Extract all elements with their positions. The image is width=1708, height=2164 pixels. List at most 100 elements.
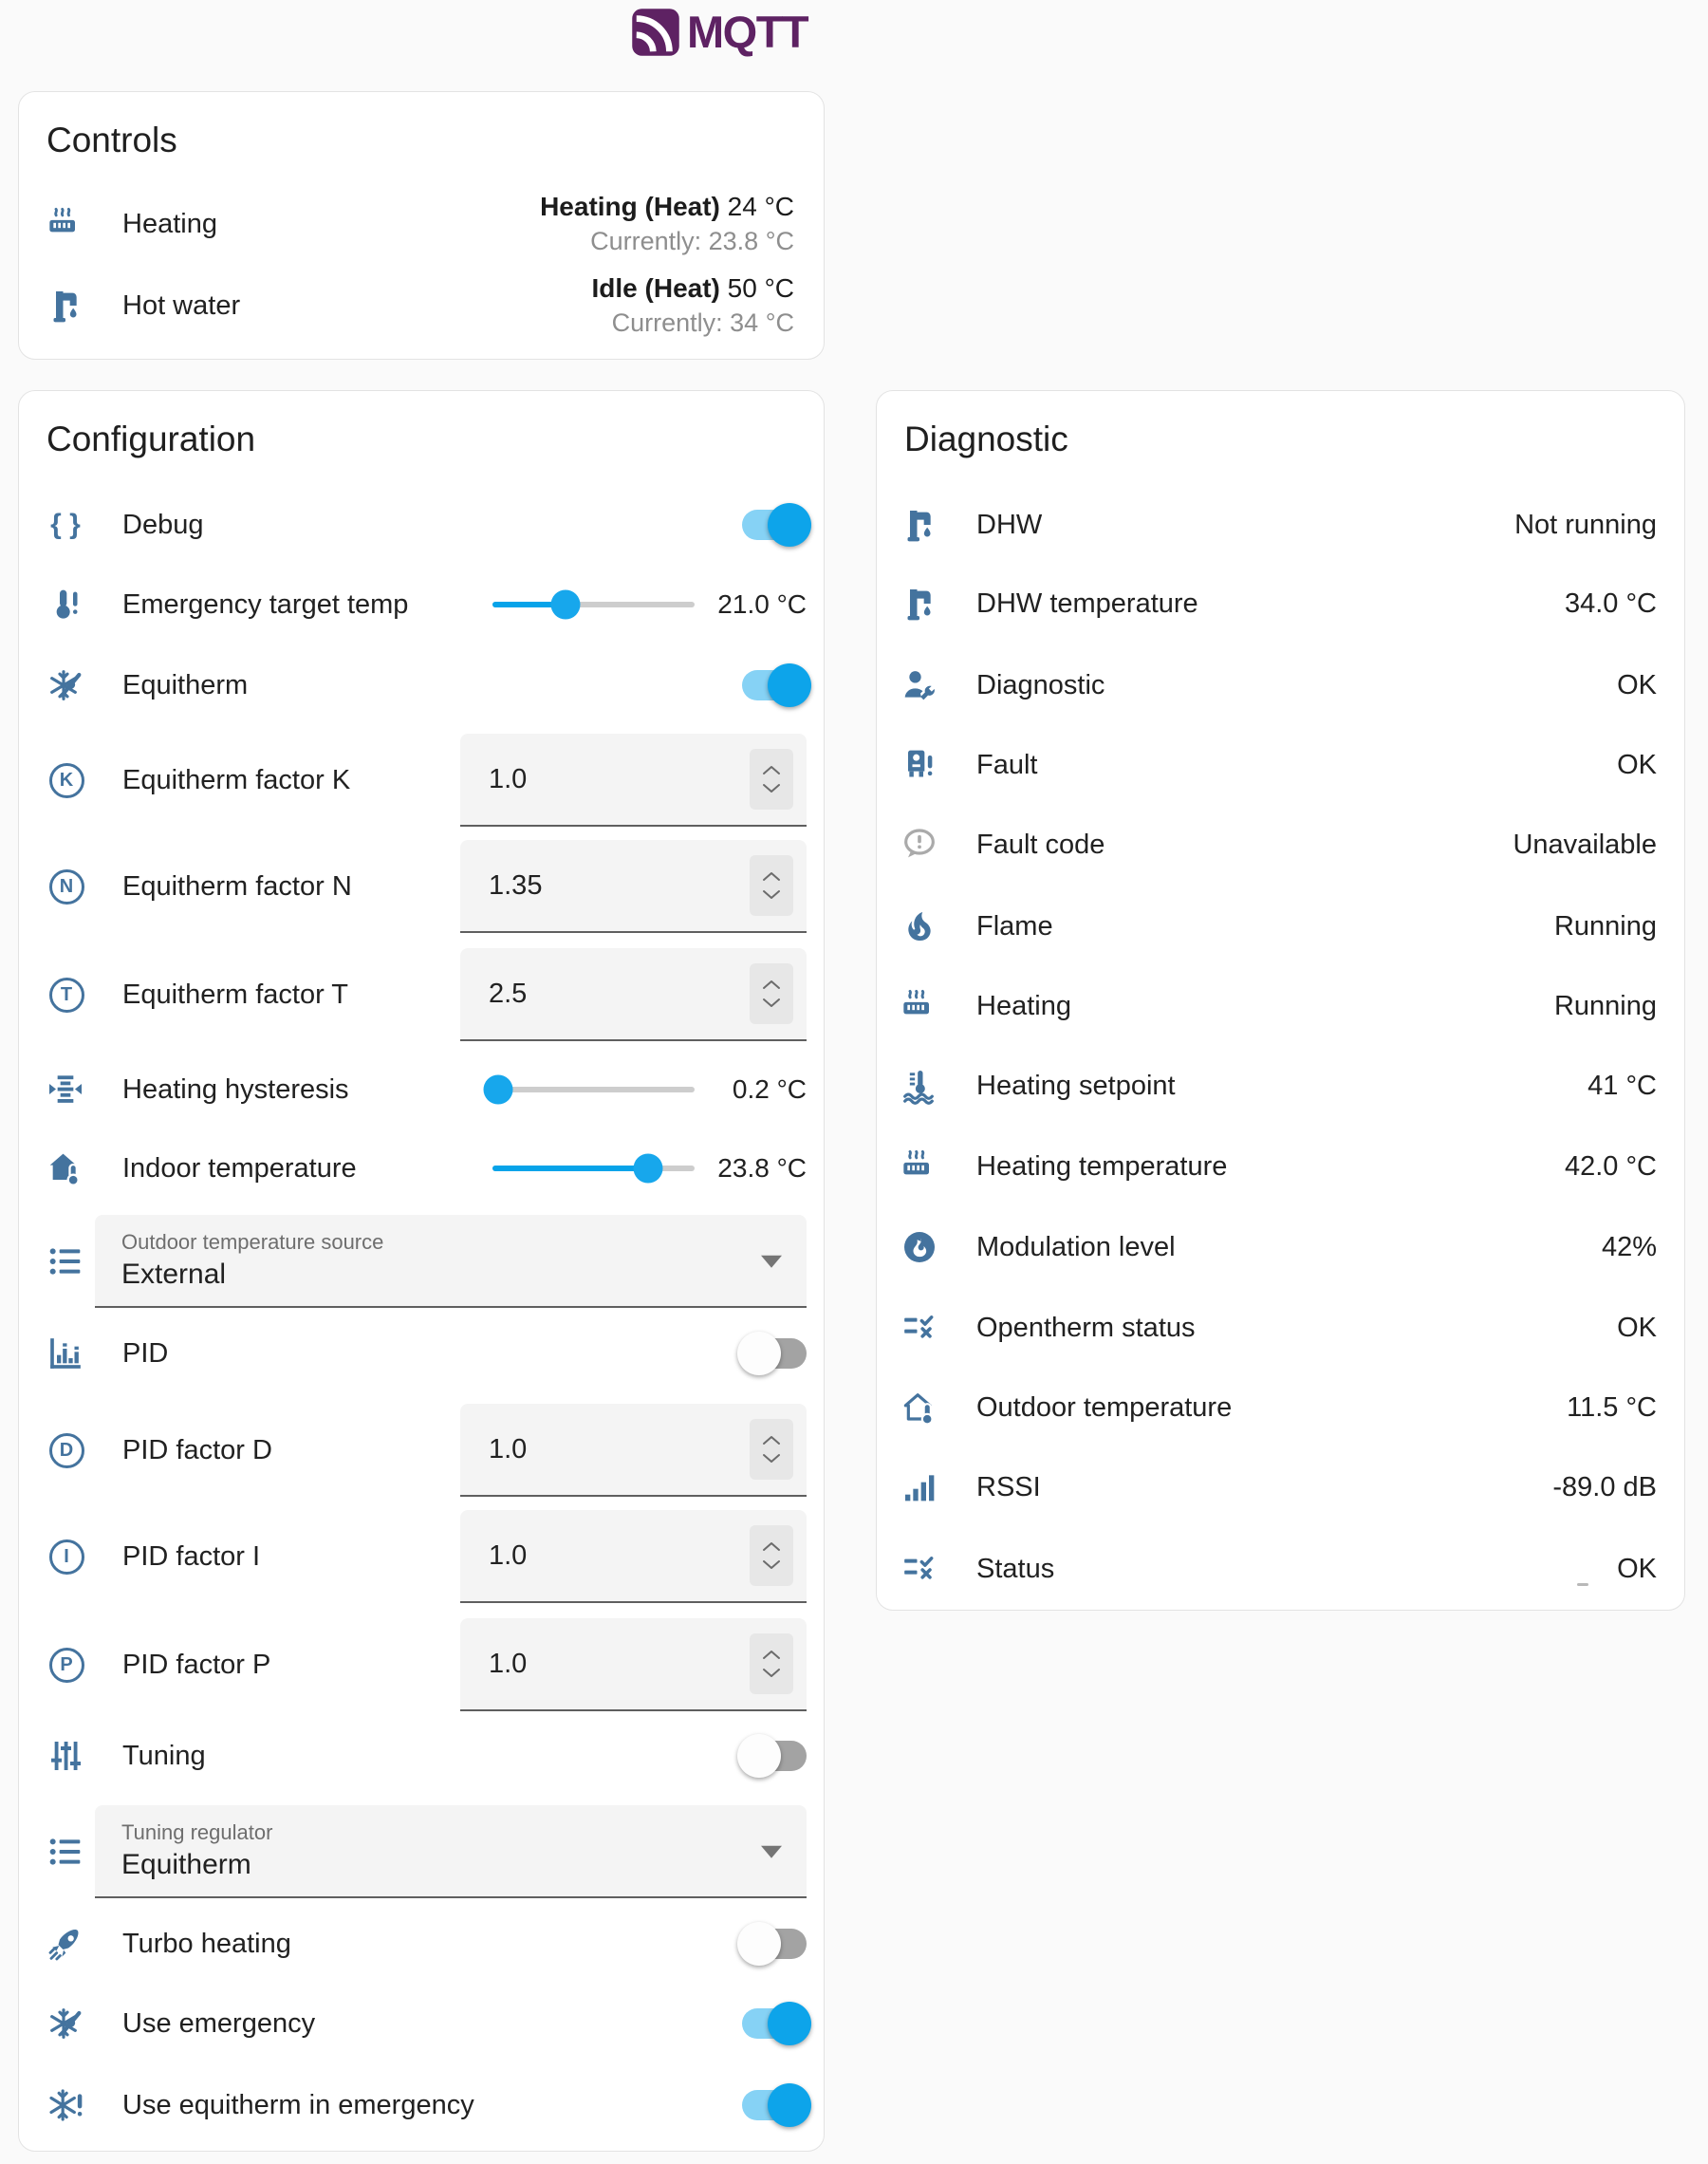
rocket-launch-icon xyxy=(46,1925,84,1963)
snowflake-thermometer-icon xyxy=(46,2005,84,2043)
configuration-card: Configuration Debug Emergency target tem… xyxy=(18,390,825,2152)
fire-icon xyxy=(900,907,938,945)
diag-row-dhw[interactable]: DHW Not running xyxy=(900,485,1657,565)
turbo-heating-toggle[interactable] xyxy=(742,1929,807,1959)
config-row-equitherm-factor-t: T Equitherm factor T 2.5 xyxy=(46,942,807,1048)
config-row-equitherm: Equitherm xyxy=(46,645,807,725)
number-stepper[interactable] xyxy=(750,1525,793,1586)
row-label: Turbo heating xyxy=(122,1929,291,1960)
number-value: 2.5 xyxy=(489,979,527,1010)
pid-factor-i-input[interactable]: 1.0 xyxy=(460,1510,807,1603)
slider-knob[interactable] xyxy=(634,1154,663,1184)
row-value: 34.0 °C xyxy=(1565,588,1657,620)
row-label: Opentherm status xyxy=(976,1313,1196,1344)
config-row-equitherm-factor-n: N Equitherm factor N 1.35 xyxy=(46,833,807,940)
diag-row-heating-temperature[interactable]: Heating temperature 42.0 °C xyxy=(900,1127,1657,1206)
dropdown-arrow-icon xyxy=(761,1256,782,1268)
number-stepper[interactable] xyxy=(750,855,793,916)
diag-row-heating[interactable]: Heating Running xyxy=(900,966,1657,1046)
list-bulleted-icon xyxy=(46,1242,84,1280)
select-value: External xyxy=(121,1259,807,1291)
row-value: Unavailable xyxy=(1513,830,1657,861)
use-equitherm-in-emergency-toggle[interactable] xyxy=(742,2090,807,2120)
home-thermometer-icon xyxy=(46,1149,84,1187)
radiator-icon xyxy=(900,1147,938,1185)
diag-row-diagnostic[interactable]: Diagnostic OK xyxy=(900,645,1657,725)
number-value: 1.0 xyxy=(489,1649,527,1680)
diag-row-fault[interactable]: Fault OK xyxy=(900,725,1657,805)
number-stepper[interactable] xyxy=(750,963,793,1024)
climate-state: Heating (Heat) 24 °C Currently: 23.8 °C xyxy=(540,190,794,258)
climate-row-hot-water[interactable]: Hot water Idle (Heat) 50 °C Currently: 3… xyxy=(46,266,794,345)
equitherm-toggle[interactable] xyxy=(742,670,807,700)
equitherm-factor-t-input[interactable]: 2.5 xyxy=(460,948,807,1041)
pid-factor-d-input[interactable]: 1.0 xyxy=(460,1404,807,1497)
message-alert-icon xyxy=(900,826,938,864)
heating-hysteresis-slider[interactable] xyxy=(492,1087,695,1092)
number-stepper[interactable] xyxy=(750,749,793,810)
config-row-use-equitherm-in-emergency: Use equitherm in emergency xyxy=(46,2065,807,2145)
row-label: RSSI xyxy=(976,1472,1041,1503)
list-bulleted-icon xyxy=(46,1833,84,1871)
number-stepper[interactable] xyxy=(750,1633,793,1694)
diag-row-modulation-level[interactable]: Modulation level 42% xyxy=(900,1207,1657,1287)
slider-knob[interactable] xyxy=(550,590,580,620)
alpha-p-circle-icon: P xyxy=(46,1646,84,1684)
config-row-use-emergency: Use emergency xyxy=(46,1984,807,2063)
row-label: Modulation level xyxy=(976,1232,1176,1263)
diag-row-outdoor-temperature[interactable]: Outdoor temperature 11.5 °C xyxy=(900,1368,1657,1447)
row-value: -89.0 dB xyxy=(1552,1472,1657,1503)
circle-flame-icon xyxy=(900,1228,938,1266)
diag-row-opentherm-status[interactable]: Opentherm status OK xyxy=(900,1288,1657,1368)
radiator-icon xyxy=(46,205,84,243)
tuning-toggle[interactable] xyxy=(742,1741,807,1771)
climate-row-heating[interactable]: Heating Heating (Heat) 24 °C Currently: … xyxy=(46,184,794,264)
diag-row-status[interactable]: Status OK xyxy=(900,1529,1657,1609)
controls-card: Controls Heating Heating (Heat) 24 °C Cu… xyxy=(18,91,825,360)
row-value: Not running xyxy=(1514,510,1657,541)
pid-factor-p-input[interactable]: 1.0 xyxy=(460,1618,807,1711)
row-label: Use emergency xyxy=(122,2008,315,2040)
row-label: Heating xyxy=(976,991,1071,1022)
alpha-t-circle-icon: T xyxy=(46,976,84,1014)
equitherm-factor-k-input[interactable]: 1.0 xyxy=(460,734,807,827)
use-emergency-toggle[interactable] xyxy=(742,2008,807,2039)
emergency-target-temp-slider[interactable] xyxy=(492,602,695,607)
config-row-pid-factor-p: P PID factor P 1.0 xyxy=(46,1612,807,1718)
config-row-outdoor-temperature-source: Outdoor temperature source External xyxy=(46,1208,807,1315)
radiator-icon xyxy=(900,987,938,1025)
row-label: Debug xyxy=(122,510,203,541)
tuning-regulator-select[interactable]: Tuning regulator Equitherm xyxy=(95,1805,807,1898)
hysteresis-icon xyxy=(46,1071,84,1109)
climate-current: Currently: 34 °C xyxy=(592,308,794,340)
outdoor-temperature-source-select[interactable]: Outdoor temperature source External xyxy=(95,1215,807,1308)
list-status-icon xyxy=(900,1550,938,1588)
equitherm-factor-n-input[interactable]: 1.35 xyxy=(460,840,807,933)
row-label: Heating hysteresis xyxy=(122,1074,349,1106)
row-label: PID xyxy=(122,1338,168,1370)
alpha-n-circle-icon: N xyxy=(46,867,84,905)
water-pump-icon xyxy=(46,287,84,325)
water-pump-icon xyxy=(900,585,938,623)
diag-row-fault-code[interactable]: Fault code Unavailable xyxy=(900,805,1657,885)
debug-toggle[interactable] xyxy=(742,510,807,540)
diag-row-heating-setpoint[interactable]: Heating setpoint 41 °C xyxy=(900,1046,1657,1126)
row-value: OK xyxy=(1617,670,1657,701)
row-label: DHW xyxy=(976,510,1042,541)
slider-knob[interactable] xyxy=(484,1075,513,1105)
row-value: Running xyxy=(1554,991,1657,1022)
config-row-tuning-regulator: Tuning regulator Equitherm xyxy=(46,1799,807,1905)
mqtt-logo: MQTT xyxy=(630,6,808,58)
indoor-temperature-slider[interactable] xyxy=(492,1166,695,1171)
diag-row-flame[interactable]: Flame Running xyxy=(900,886,1657,966)
row-label: Fault code xyxy=(976,830,1105,861)
row-label: Outdoor temperature xyxy=(976,1392,1232,1424)
diag-row-rssi[interactable]: RSSI -89.0 dB xyxy=(900,1447,1657,1527)
row-value: 41 °C xyxy=(1587,1071,1657,1102)
config-row-emergency-target-temp: Emergency target temp 21.0 °C xyxy=(46,565,807,644)
number-stepper[interactable] xyxy=(750,1419,793,1480)
pid-toggle[interactable] xyxy=(742,1338,807,1369)
list-status-icon xyxy=(900,1309,938,1347)
alpha-i-circle-icon: I xyxy=(46,1538,84,1576)
diag-row-dhw-temperature[interactable]: DHW temperature 34.0 °C xyxy=(900,564,1657,644)
